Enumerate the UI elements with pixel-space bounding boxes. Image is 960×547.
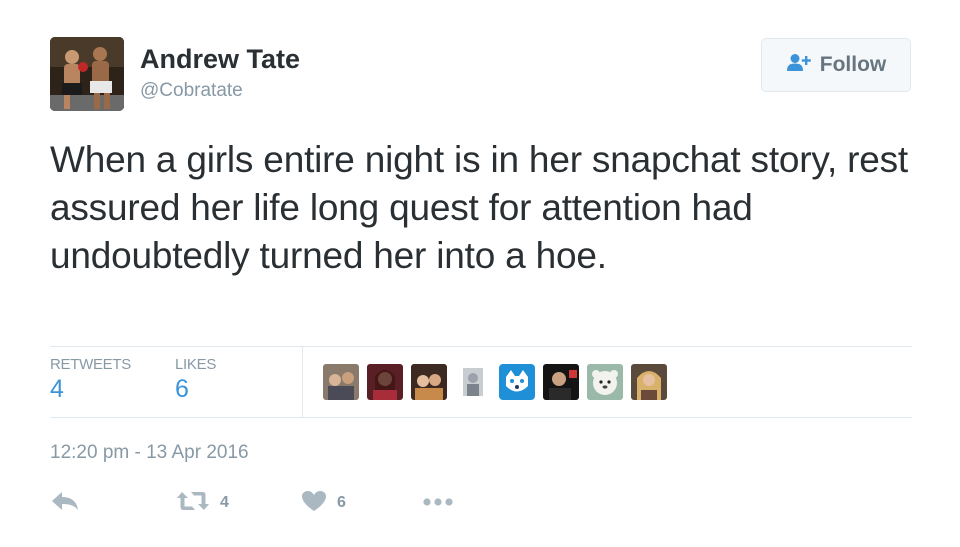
follow-button-label: Follow xyxy=(819,53,887,76)
liker-avatar-2-icon[interactable] xyxy=(367,364,403,400)
liker-avatar-8-icon[interactable] xyxy=(631,364,667,400)
fighter-photo-avatar-icon xyxy=(50,37,124,111)
likers-avatars xyxy=(323,364,667,400)
liker-avatar-7-icon[interactable] xyxy=(587,364,623,400)
more-dots-icon xyxy=(422,494,454,512)
retweets-label: RETWEETS xyxy=(50,356,131,373)
retweet-button[interactable]: 4 xyxy=(176,487,229,519)
like-count: 6 xyxy=(337,494,346,511)
follow-button[interactable]: Follow xyxy=(761,38,911,92)
heart-icon xyxy=(301,490,327,517)
liker-avatar-5-icon[interactable] xyxy=(499,364,535,400)
stats-vertical-divider xyxy=(302,347,303,417)
tweet-timestamp[interactable]: 12:20 pm - 13 Apr 2016 xyxy=(50,442,249,464)
author-avatar[interactable] xyxy=(50,37,124,111)
retweets-stat[interactable]: RETWEETS 4 xyxy=(50,347,131,404)
reply-button[interactable] xyxy=(50,487,80,519)
likes-count: 6 xyxy=(175,375,189,403)
reply-icon xyxy=(50,490,80,517)
author-display-name[interactable]: Andrew Tate xyxy=(140,44,300,75)
likes-stat[interactable]: LIKES 6 xyxy=(175,347,216,404)
add-user-icon xyxy=(786,53,812,78)
stats-bottom-divider xyxy=(50,417,912,418)
liker-avatar-6-icon[interactable] xyxy=(543,364,579,400)
retweet-count: 4 xyxy=(220,494,229,511)
retweet-icon xyxy=(176,490,210,517)
retweets-count: 4 xyxy=(50,375,64,403)
like-button[interactable]: 6 xyxy=(301,487,346,519)
author-handle[interactable]: @Cobratate xyxy=(140,80,243,102)
likes-label: LIKES xyxy=(175,356,217,373)
liker-avatar-1-icon[interactable] xyxy=(323,364,359,400)
liker-avatar-3-icon[interactable] xyxy=(411,364,447,400)
more-button[interactable] xyxy=(422,487,454,519)
liker-avatar-4-icon[interactable] xyxy=(455,364,491,400)
tweet-text: When a girls entire night is in her snap… xyxy=(50,139,909,276)
